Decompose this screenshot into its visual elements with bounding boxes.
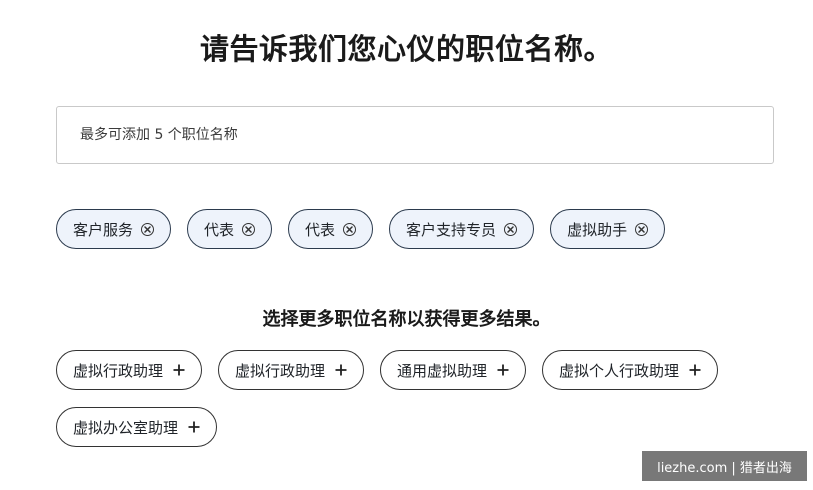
suggested-title-chip[interactable]: 虚拟行政助理: [218, 350, 365, 390]
close-circle-icon[interactable]: [141, 222, 155, 236]
close-circle-icon[interactable]: [343, 222, 357, 236]
chip-label: 虚拟办公室助理: [73, 418, 179, 437]
page: 请告诉我们您心仪的职位名称。 客户服务 代表 代表 客户支持专员: [0, 0, 813, 490]
close-circle-icon[interactable]: [504, 222, 518, 236]
selected-title-chip[interactable]: 代表: [288, 209, 374, 249]
chip-label: 客户服务: [73, 220, 134, 239]
chip-label: 虚拟助手: [567, 220, 628, 239]
selected-title-chip[interactable]: 虚拟助手: [550, 209, 666, 249]
plus-icon: [689, 364, 701, 376]
suggested-title-chip[interactable]: 虚拟行政助理: [56, 350, 203, 390]
chip-label: 客户支持专员: [406, 220, 497, 239]
chip-label: 代表: [305, 220, 336, 239]
watermark-label: liezhe.com | 猎者出海: [642, 451, 807, 481]
selected-title-chip[interactable]: 客户支持专员: [389, 209, 535, 249]
suggested-titles-list: 虚拟行政助理 虚拟行政助理 通用虚拟助理 虚拟个人行政助理 虚拟办公室助理: [56, 350, 776, 447]
job-title-input-box[interactable]: [56, 106, 774, 164]
chip-label: 代表: [204, 220, 235, 239]
chip-label: 通用虚拟助理: [397, 361, 488, 380]
close-circle-icon[interactable]: [635, 222, 649, 236]
close-circle-icon[interactable]: [242, 222, 256, 236]
selected-title-chip[interactable]: 代表: [187, 209, 273, 249]
chip-label: 虚拟行政助理: [73, 361, 164, 380]
plus-icon: [335, 364, 347, 376]
chip-label: 虚拟行政助理: [235, 361, 326, 380]
plus-icon: [497, 364, 509, 376]
page-title: 请告诉我们您心仪的职位名称。: [199, 32, 613, 66]
plus-icon: [188, 421, 200, 433]
suggested-title-chip[interactable]: 通用虚拟助理: [380, 350, 527, 390]
selected-title-chip[interactable]: 客户服务: [56, 209, 172, 249]
suggested-title-chip[interactable]: 虚拟办公室助理: [56, 407, 218, 447]
suggested-title-chip[interactable]: 虚拟个人行政助理: [542, 350, 719, 390]
job-title-input[interactable]: [57, 107, 773, 163]
chip-label: 虚拟个人行政助理: [559, 361, 680, 380]
plus-icon: [173, 364, 185, 376]
suggestions-heading: 选择更多职位名称以获得更多结果。: [262, 309, 551, 330]
selected-titles-list: 客户服务 代表 代表 客户支持专员 虚拟助手: [56, 209, 776, 249]
